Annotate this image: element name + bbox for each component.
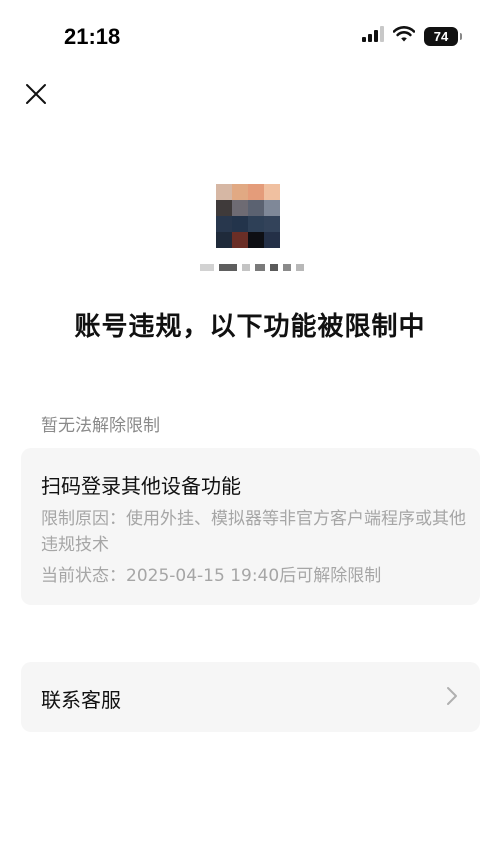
restriction-status: 当前状态：2025-04-15 19:40后可解除限制 — [41, 566, 382, 586]
wifi-icon — [392, 26, 416, 46]
restriction-card: 扫码登录其他设备功能 限制原因：使用外挂、模拟器等非官方客户端程序或其他违规技术… — [21, 448, 480, 605]
contact-support-label: 联系客服 — [41, 688, 121, 712]
avatar — [216, 184, 280, 248]
cellular-signal-icon — [362, 26, 384, 46]
close-button[interactable] — [22, 82, 50, 110]
section-label: 暂无法解除限制 — [41, 416, 160, 436]
restriction-reason: 限制原因：使用外挂、模拟器等非官方客户端程序或其他违规技术 — [41, 509, 466, 555]
status-bar: 21:18 74 — [0, 0, 500, 74]
contact-support-button[interactable]: 联系客服 — [21, 662, 480, 732]
battery-icon: 74 — [424, 26, 462, 46]
status-time: 21:18 — [64, 24, 121, 49]
status-icons: 74 — [362, 26, 462, 46]
page-title: 账号违规，以下功能被限制中 — [74, 312, 426, 342]
chevron-right-icon — [446, 686, 458, 710]
nickname — [200, 264, 304, 271]
close-icon — [25, 83, 47, 109]
battery-level: 74 — [433, 28, 449, 44]
restriction-title: 扫码登录其他设备功能 — [41, 474, 241, 498]
